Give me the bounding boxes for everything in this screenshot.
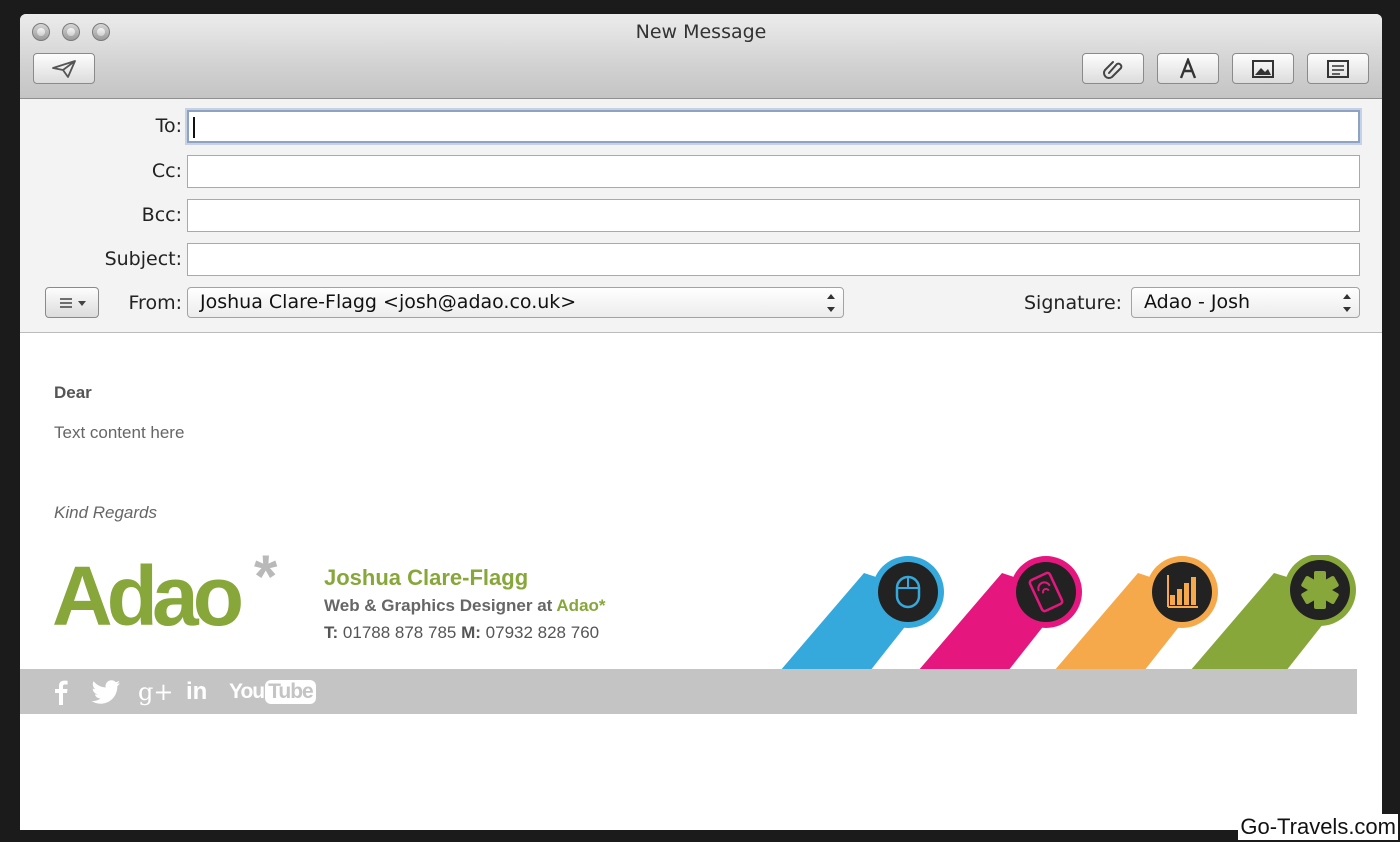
signature-select[interactable]: Adao - Josh bbox=[1131, 287, 1360, 318]
compose-window: New Message To: Cc: Bcc: Subject: From: … bbox=[20, 14, 1382, 830]
photo-browser-button[interactable] bbox=[1232, 53, 1294, 84]
updown-arrows-icon bbox=[827, 294, 835, 312]
twitter-icon[interactable] bbox=[91, 669, 121, 714]
facebook-icon[interactable] bbox=[54, 669, 68, 714]
text-caret bbox=[193, 117, 195, 138]
closing-text: Kind Regards bbox=[54, 503, 158, 522]
window-title: New Message bbox=[635, 21, 767, 43]
signature-label: Signature: bbox=[1024, 292, 1123, 314]
attach-button[interactable] bbox=[1082, 53, 1144, 84]
stationery-button[interactable] bbox=[1307, 53, 1369, 84]
linkedin-icon[interactable]: in bbox=[186, 669, 207, 714]
signature-phone: T: 01788 878 785 M: 07932 828 760 bbox=[324, 623, 600, 642]
blue-stripe bbox=[780, 556, 944, 671]
youtube-icon[interactable]: You Tube bbox=[229, 669, 316, 714]
from-label: From: bbox=[128, 292, 182, 314]
orange-stripe bbox=[1054, 556, 1218, 671]
adao-logo: Adao bbox=[52, 549, 244, 643]
list-menu-icon bbox=[60, 297, 86, 308]
google-plus-icon[interactable]: g+ bbox=[138, 669, 173, 714]
cc-field[interactable] bbox=[187, 155, 1360, 188]
to-label: To: bbox=[155, 115, 182, 137]
social-bar: g+ in You Tube bbox=[20, 669, 1357, 714]
titlebar: New Message bbox=[20, 14, 1382, 99]
green-stripe bbox=[1190, 555, 1356, 671]
subject-label: Subject: bbox=[104, 248, 182, 270]
to-field[interactable] bbox=[187, 110, 1360, 143]
message-body[interactable]: Dear Text content here Kind Regards Adao… bbox=[20, 333, 1382, 830]
message-header: To: Cc: Bcc: Subject: From: Joshua Clare… bbox=[20, 99, 1382, 333]
send-icon bbox=[52, 59, 76, 78]
logo-asterisk: * bbox=[254, 543, 278, 610]
from-select[interactable]: Joshua Clare-Flagg <josh@adao.co.uk> bbox=[187, 287, 844, 318]
photo-browser-icon bbox=[1252, 59, 1274, 78]
greeting-text: Dear bbox=[54, 383, 92, 402]
signature-role: Web & Graphics Designer at Adao* bbox=[324, 596, 606, 615]
subject-field[interactable] bbox=[187, 243, 1360, 276]
pink-stripe bbox=[918, 556, 1082, 671]
signature-name: Joshua Clare-Flagg bbox=[324, 565, 529, 590]
bcc-field[interactable] bbox=[187, 199, 1360, 232]
cc-label: Cc: bbox=[151, 160, 182, 182]
updown-arrows-icon bbox=[1343, 294, 1351, 312]
paperclip-icon bbox=[1103, 60, 1123, 79]
signature-banner bbox=[780, 555, 1356, 671]
format-button[interactable] bbox=[1157, 53, 1219, 84]
body-text: Text content here bbox=[54, 423, 185, 442]
stationery-icon bbox=[1327, 59, 1349, 78]
font-icon bbox=[1179, 57, 1197, 78]
header-options-button[interactable] bbox=[45, 287, 99, 318]
bcc-label: Bcc: bbox=[141, 204, 182, 226]
watermark: Go-Travels.com bbox=[1238, 814, 1398, 840]
send-button[interactable] bbox=[33, 53, 95, 84]
